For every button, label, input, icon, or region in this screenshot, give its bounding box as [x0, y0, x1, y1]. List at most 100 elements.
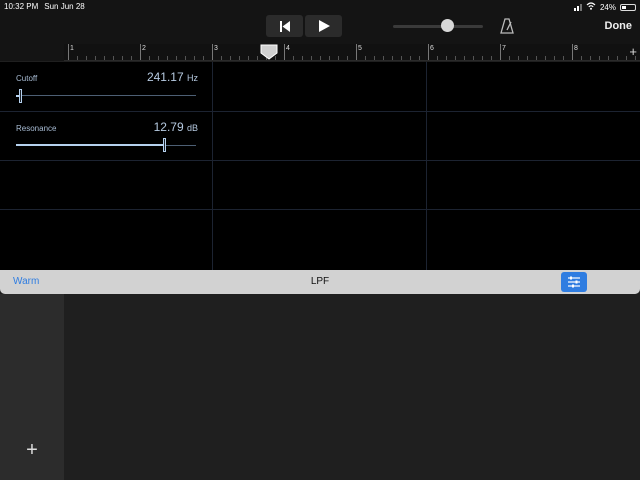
ruler-tick — [230, 56, 231, 60]
ruler-tick — [365, 56, 366, 60]
ruler-tick — [437, 56, 438, 60]
status-date: Sun Jun 28 — [44, 2, 85, 11]
play-icon — [318, 20, 330, 32]
arrange-area[interactable] — [64, 294, 640, 480]
battery-icon — [620, 3, 636, 11]
ruler-bar-number: 5 — [358, 45, 362, 52]
ruler-bar-number: 6 — [430, 45, 434, 52]
timeline-ruler[interactable]: 1 2 3 4 5 6 7 8 — [64, 44, 640, 61]
ruler-tick — [95, 56, 96, 60]
ruler-bar-line — [68, 44, 69, 60]
master-volume-slider[interactable] — [393, 25, 483, 28]
cutoff-label: Cutoff — [16, 74, 38, 83]
battery-percent: 24% — [599, 2, 616, 12]
ruler-tick — [527, 56, 528, 60]
cutoff-value: 241.17 Hz — [120, 70, 198, 84]
cutoff-unit: Hz — [187, 73, 198, 83]
plugin-bar: Warm LPF — [0, 270, 640, 294]
ruler-tick — [248, 56, 249, 60]
cutoff-number: 241.17 — [146, 70, 184, 84]
resonance-number: 12.79 — [153, 120, 184, 134]
toolbar: Done — [0, 14, 640, 44]
ruler-tick — [410, 56, 411, 60]
status-bar: 10:32 PM Sun Jun 28 24% — [0, 0, 640, 14]
ruler-tick — [104, 56, 105, 60]
ruler-tick — [509, 56, 510, 60]
ruler-tick — [203, 56, 204, 60]
grid-line — [0, 111, 640, 112]
ruler-tick — [419, 56, 420, 60]
ruler-tick — [338, 56, 339, 60]
ruler-tick — [473, 56, 474, 60]
cutoff-slider-thumb[interactable] — [19, 89, 22, 103]
ruler-bar-number: 1 — [70, 45, 74, 52]
ruler-tick — [401, 56, 402, 60]
add-track-button[interactable]: + — [22, 440, 42, 461]
ruler-bar-number: 3 — [214, 45, 218, 52]
ruler-tick — [464, 56, 465, 60]
ruler-tick — [122, 56, 123, 60]
ruler-tick — [482, 56, 483, 60]
ruler-tick — [626, 56, 627, 60]
grid-line — [212, 62, 213, 270]
transport-controls — [266, 15, 342, 37]
resonance-slider-thumb[interactable] — [163, 138, 166, 152]
ruler-tick — [617, 56, 618, 60]
playhead-icon[interactable] — [260, 44, 278, 60]
ruler-tick — [158, 56, 159, 60]
grid-line — [426, 62, 427, 270]
cutoff-slider[interactable] — [16, 95, 196, 96]
ruler-tick — [581, 56, 582, 60]
ruler-bar-line — [356, 44, 357, 60]
resonance-slider-fill — [16, 144, 164, 146]
play-button[interactable] — [305, 15, 342, 37]
ruler-tick — [221, 56, 222, 60]
ruler-tick — [536, 56, 537, 60]
ruler-tick — [491, 56, 492, 60]
plugin-title: LPF — [310, 276, 330, 287]
ruler-tick — [383, 56, 384, 60]
cellular-signal-icon — [573, 3, 582, 11]
ruler-tick — [563, 56, 564, 60]
ruler-tick — [608, 56, 609, 60]
ruler-bar-line — [428, 44, 429, 60]
ruler-tick — [86, 56, 87, 60]
ruler-bar-line — [140, 44, 141, 60]
ruler-tick — [311, 56, 312, 60]
done-button[interactable]: Done — [605, 20, 633, 32]
rewind-button[interactable] — [266, 15, 303, 37]
ruler-tick — [320, 56, 321, 60]
ruler-bar-line — [284, 44, 285, 60]
plugin-editor: Cutoff 241.17 Hz Resonance 12.79 dB — [0, 62, 640, 270]
metronome-button[interactable] — [500, 18, 514, 34]
ruler-tick — [590, 56, 591, 60]
ruler-header-spacer — [0, 44, 64, 61]
grid-line — [0, 209, 640, 210]
ruler-add-icon[interactable]: + — [629, 45, 637, 58]
ruler-tick — [257, 56, 258, 60]
ruler-tick — [599, 56, 600, 60]
ruler-tick — [392, 56, 393, 60]
ruler-bar-number: 2 — [142, 45, 146, 52]
volume-knob[interactable] — [441, 19, 454, 32]
status-time: 10:32 PM — [4, 2, 39, 11]
resonance-unit: dB — [186, 123, 198, 133]
ruler-tick — [185, 56, 186, 60]
resonance-value: 12.79 dB — [120, 120, 198, 134]
ruler-tick — [77, 56, 78, 60]
ruler-tick — [455, 56, 456, 60]
ruler-tick — [545, 56, 546, 60]
ruler-tick — [554, 56, 555, 60]
ruler-bar-line — [500, 44, 501, 60]
ruler-tick — [176, 56, 177, 60]
ruler-tick — [293, 56, 294, 60]
ruler-tick — [239, 56, 240, 60]
ruler-tick — [149, 56, 150, 60]
sliders-icon — [568, 276, 580, 288]
metronome-icon — [500, 18, 514, 34]
ruler-tick — [194, 56, 195, 60]
ruler-bar-line — [572, 44, 573, 60]
plugin-settings-button[interactable] — [561, 272, 587, 292]
ruler-tick — [131, 56, 132, 60]
ruler-bar-number: 4 — [286, 45, 290, 52]
